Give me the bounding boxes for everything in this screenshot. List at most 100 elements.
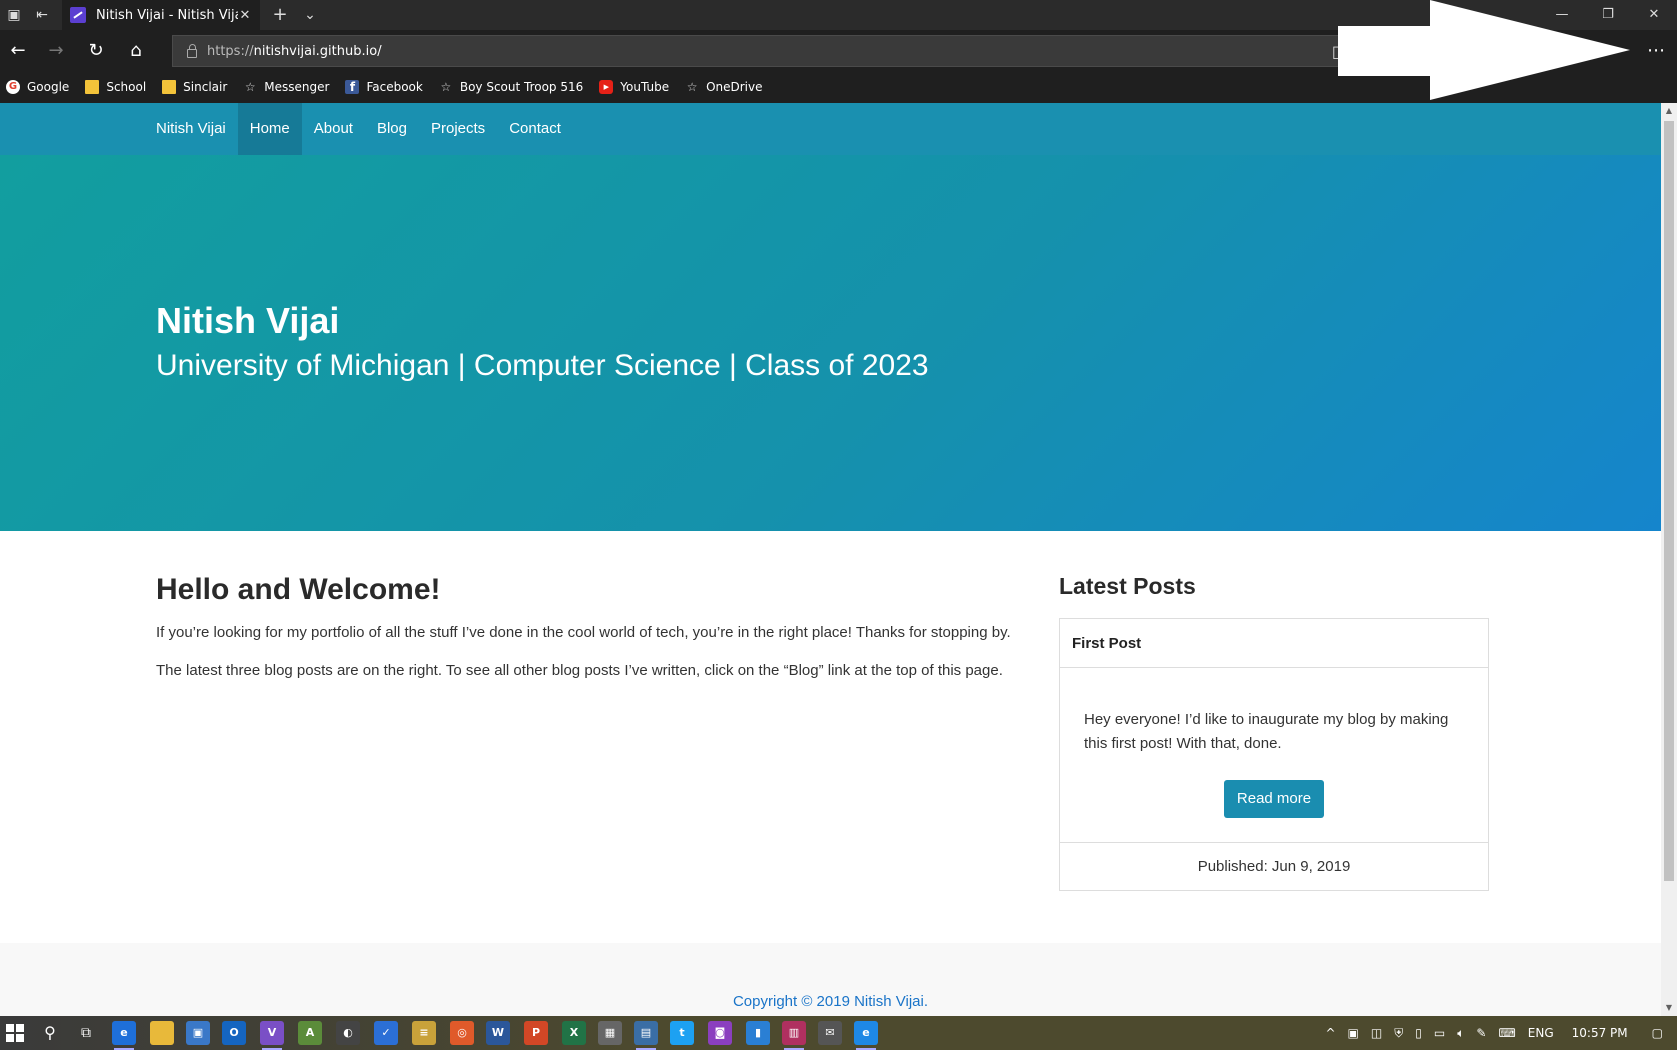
nav-link-blog[interactable]: Blog	[365, 103, 419, 155]
app-window-icon[interactable]: ▤	[634, 1021, 658, 1050]
todo-icon[interactable]: ✓	[374, 1021, 398, 1045]
bookmark-onedrive[interactable]: ☆ OneDrive	[685, 80, 763, 94]
bookmark-youtube[interactable]: ▶ YouTube	[599, 80, 669, 94]
address-bar[interactable]: https:// nitishvijai.github.io/ ▯ ☆	[172, 35, 1380, 67]
new-tab-icon[interactable]: +	[266, 0, 294, 30]
latest-posts-sidebar: Latest Posts First Post Hey everyone! I’…	[1059, 573, 1489, 891]
task-view-icon[interactable]: ⧉	[74, 1021, 98, 1045]
volume-icon[interactable]: 🔈︎	[1457, 1026, 1464, 1041]
system-tray: ^ ▣ ◫ ⛨ ▯ ▭ 🔈︎ ✎ ⌨ ENG 10:57 PM ▢	[1319, 1016, 1677, 1050]
tab-preview-chevron-icon[interactable]: ⌄	[296, 0, 324, 30]
network-icon[interactable]: ▣	[1348, 1026, 1359, 1040]
keyboard-icon[interactable]: ⌨	[1498, 1026, 1515, 1040]
refresh-icon[interactable]: ↻	[78, 33, 114, 69]
post-published-date: Published: Jun 9, 2019	[1060, 842, 1488, 890]
scroll-thumb[interactable]	[1664, 121, 1674, 881]
excel-icon[interactable]: X	[562, 1021, 586, 1045]
site-footer: Copyright © 2019 Nitish Vijai.	[0, 943, 1661, 1016]
annotation-arrow-shaft	[1338, 26, 1434, 76]
intro-paragraph: The latest three blog posts are on the r…	[156, 662, 1003, 679]
star-icon: ☆	[244, 80, 256, 94]
bookmark-sinclair[interactable]: Sinclair	[162, 80, 227, 94]
copyright-link[interactable]: Copyright © 2019 Nitish Vijai.	[0, 993, 1661, 1010]
action-center-icon[interactable]: ▢	[1652, 1026, 1663, 1040]
post-excerpt: Hey everyone! I’d like to inaugurate my …	[1084, 711, 1449, 752]
forward-icon[interactable]: →	[38, 33, 74, 69]
hero-banner: Nitish Vijai University of Michigan | Co…	[0, 155, 1661, 531]
bookmark-boy-scout-troop[interactable]: ☆ Boy Scout Troop 516	[439, 80, 583, 94]
phone-icon[interactable]: ▮	[746, 1021, 770, 1045]
site-navbar: Nitish Vijai Home About Blog Projects Co…	[0, 103, 1661, 155]
facebook-icon: f	[345, 80, 360, 94]
favorites-bar: G Google School Sinclair ☆ Messenger f F…	[0, 76, 773, 98]
bookmark-messenger[interactable]: ☆ Messenger	[243, 80, 330, 94]
hero-subtitle: University of Michigan | Computer Scienc…	[156, 349, 929, 382]
word-icon[interactable]: W	[486, 1021, 510, 1045]
browser-tab[interactable]: Nitish Vijai - Nitish Vijai ✕	[62, 0, 260, 30]
back-icon[interactable]: ←	[0, 33, 36, 69]
bookmark-label: Facebook	[366, 80, 423, 94]
tab-actions-icon[interactable]: ▣	[0, 0, 28, 30]
store-icon[interactable]: ▣	[186, 1021, 210, 1045]
calculator-icon[interactable]: ▦	[598, 1021, 622, 1045]
read-more-button[interactable]: Read more	[1223, 780, 1325, 818]
home-icon[interactable]: ⌂	[118, 33, 154, 69]
pen-icon[interactable]: ✎	[1476, 1026, 1486, 1040]
twitter-icon[interactable]: t	[670, 1021, 694, 1045]
bookmark-label: Sinclair	[183, 80, 228, 94]
welcome-heading: Hello and Welcome!	[156, 573, 441, 606]
bookmark-label: Google	[27, 80, 70, 94]
set-tabs-aside-icon[interactable]: ⇤	[28, 0, 56, 30]
tab-title: Nitish Vijai - Nitish Vijai	[96, 7, 238, 23]
scroll-up-icon[interactable]: ▲	[1661, 103, 1677, 119]
vertical-scrollbar[interactable]: ▲ ▼	[1661, 103, 1677, 1016]
nav-link-about[interactable]: About	[302, 103, 365, 155]
search-icon[interactable]: ⚲	[38, 1021, 62, 1045]
page-viewport: Nitish Vijai Home About Blog Projects Co…	[0, 103, 1661, 1016]
file-explorer-icon[interactable]	[150, 1021, 174, 1045]
android-studio-icon[interactable]: A	[298, 1021, 322, 1045]
show-hidden-icons-icon[interactable]: ^	[1325, 1026, 1335, 1040]
ubuntu-icon[interactable]: ◎	[450, 1021, 474, 1045]
start-windows-icon[interactable]	[6, 1024, 24, 1042]
url-host: nitishvijai.github.io/	[253, 43, 382, 59]
photos-icon[interactable]: ◐	[336, 1021, 360, 1045]
instagram-icon[interactable]: ◙	[708, 1021, 732, 1045]
bookmark-label: YouTube	[620, 80, 670, 94]
bookmark-facebook[interactable]: f Facebook	[345, 80, 423, 94]
close-window-icon[interactable]: ✕	[1631, 0, 1677, 30]
more-options-icon[interactable]: ⋯	[1638, 33, 1674, 69]
post-card: First Post Hey everyone! I’d like to ina…	[1059, 618, 1489, 891]
nav-brand[interactable]: Nitish Vijai	[144, 103, 238, 155]
welcome-section: Hello and Welcome! If you’re looking for…	[156, 573, 1026, 697]
nav-link-projects[interactable]: Projects	[419, 103, 497, 155]
camera-icon[interactable]: ◫	[1371, 1026, 1382, 1040]
usb-icon[interactable]: ▯	[1415, 1026, 1422, 1040]
clock[interactable]: 10:57 PM	[1572, 1026, 1628, 1040]
bookmark-label: OneDrive	[706, 80, 763, 94]
outlook-icon[interactable]: O	[222, 1021, 246, 1045]
mail-icon[interactable]: ✉	[818, 1021, 842, 1045]
nav-link-contact[interactable]: Contact	[497, 103, 573, 155]
visual-studio-icon[interactable]: V	[260, 1021, 284, 1050]
site-favicon-icon	[70, 7, 86, 23]
language-indicator[interactable]: ENG	[1528, 1026, 1554, 1040]
star-icon: ☆	[440, 80, 452, 94]
url-protocol: https://	[207, 43, 254, 59]
edge-legacy-icon[interactable]: e	[112, 1021, 136, 1050]
notepad-icon[interactable]: ≡	[412, 1021, 436, 1045]
post-body: Hey everyone! I’d like to inaugurate my …	[1060, 668, 1488, 842]
nav-link-home[interactable]: Home	[237, 103, 302, 155]
display-icon[interactable]: ▭	[1434, 1026, 1445, 1040]
folder-icon	[162, 80, 177, 94]
powerpoint-icon[interactable]: P	[524, 1021, 548, 1045]
bookmark-school[interactable]: School	[85, 80, 146, 94]
shield-icon[interactable]: ⛨	[1394, 1026, 1403, 1041]
scroll-down-icon[interactable]: ▼	[1661, 1000, 1677, 1016]
bookmark-google[interactable]: G Google	[6, 80, 69, 94]
close-tab-icon[interactable]: ✕	[238, 8, 252, 23]
edge-active-icon[interactable]: e	[854, 1021, 878, 1050]
star-icon: ☆	[686, 80, 698, 94]
bookmark-label: Boy Scout Troop 516	[459, 80, 584, 94]
winrar-icon[interactable]: ▥	[782, 1021, 806, 1050]
